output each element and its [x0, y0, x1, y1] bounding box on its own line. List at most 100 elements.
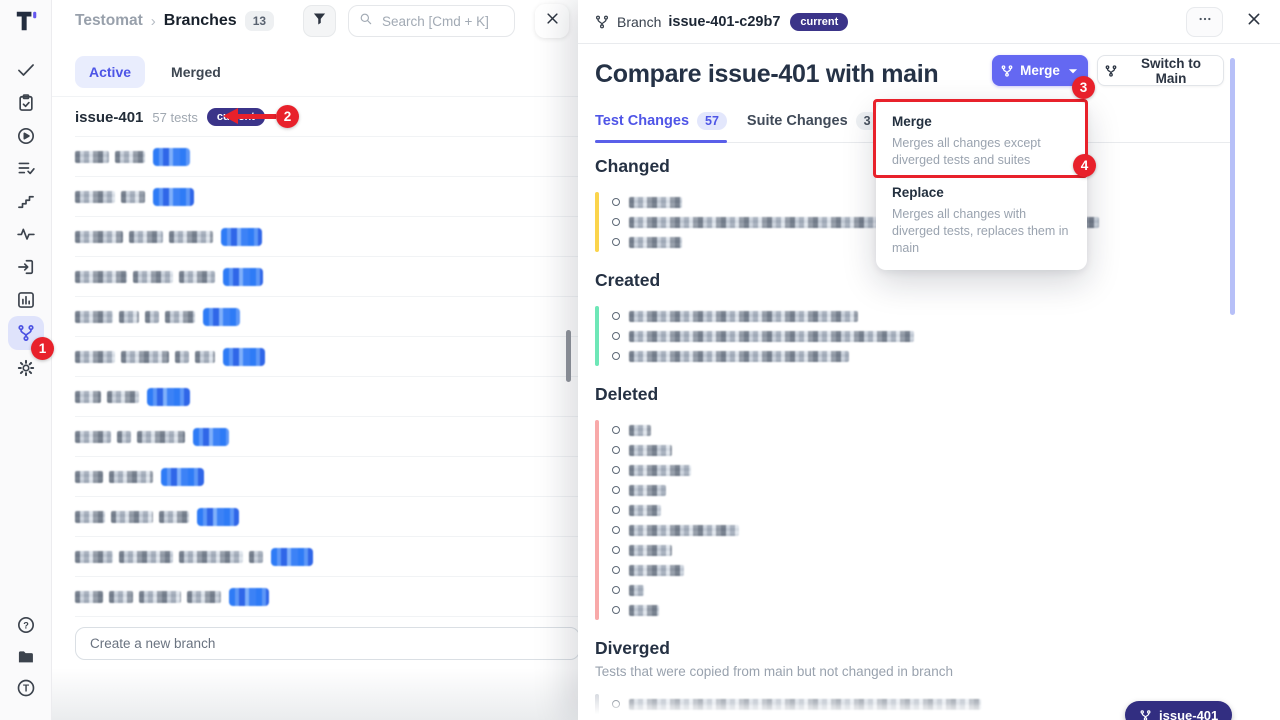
- redacted-text: [119, 311, 139, 323]
- branch-row-redacted[interactable]: [52, 457, 578, 497]
- test-item-redacted[interactable]: [612, 694, 1125, 714]
- test-item-redacted[interactable]: [612, 520, 1125, 540]
- play-circle-icon: [16, 126, 36, 146]
- redacted-text: [137, 431, 185, 443]
- redacted-text: [629, 237, 682, 248]
- redacted-text: [629, 311, 858, 322]
- test-item-redacted[interactable]: [612, 714, 1125, 720]
- item-circle-icon: [612, 312, 620, 320]
- panel-close-button[interactable]: [535, 4, 569, 38]
- sidebar-item-suites[interactable]: [10, 87, 42, 119]
- test-item-redacted[interactable]: [612, 306, 1125, 326]
- sidebar-item-tests[interactable]: [10, 54, 42, 86]
- test-item-redacted[interactable]: [612, 540, 1125, 560]
- branch-icon: [594, 14, 610, 30]
- redacted-text: [629, 605, 659, 616]
- gear-icon: [16, 358, 36, 378]
- branch-row-redacted[interactable]: [52, 297, 578, 337]
- sidebar-item-runs[interactable]: [10, 120, 42, 152]
- redacted-text: [119, 551, 173, 563]
- tab-test-changes[interactable]: Test Changes 57: [595, 110, 727, 132]
- branch-row-redacted[interactable]: [52, 217, 578, 257]
- section-color-bar: [595, 192, 599, 252]
- section-color-bar: [595, 420, 599, 620]
- redacted-text: [109, 591, 133, 603]
- breadcrumb-project[interactable]: Testomat: [75, 12, 143, 30]
- item-circle-icon: [612, 586, 620, 594]
- test-item-redacted[interactable]: [612, 440, 1125, 460]
- drawer-close-button[interactable]: [1244, 12, 1264, 32]
- redacted-text: [75, 351, 115, 363]
- tab-merged[interactable]: Merged: [157, 56, 235, 88]
- branch-row-redacted[interactable]: [52, 537, 578, 577]
- branch-row-redacted[interactable]: [52, 377, 578, 417]
- search-input[interactable]: [380, 13, 504, 30]
- bar-chart-icon: [16, 290, 36, 310]
- branch-row-redacted[interactable]: [52, 577, 578, 617]
- dropdown-option-replace[interactable]: Replace Merges all changes with diverged…: [892, 185, 1071, 257]
- redacted-text: [117, 431, 131, 443]
- test-item-redacted[interactable]: [612, 560, 1125, 580]
- test-item-redacted[interactable]: [612, 420, 1125, 440]
- testomat-logo-icon[interactable]: [0, 8, 52, 34]
- test-item-redacted[interactable]: [612, 500, 1125, 520]
- switch-button-label: Switch to Main: [1125, 56, 1217, 86]
- redacted-badge: [161, 468, 204, 486]
- more-options-button[interactable]: [1186, 7, 1223, 37]
- filter-button[interactable]: [303, 5, 336, 37]
- test-item-redacted[interactable]: [612, 346, 1125, 366]
- sidebar-item-help[interactable]: ?: [10, 609, 42, 641]
- test-item-redacted[interactable]: [612, 580, 1125, 600]
- section-item-list: [595, 692, 1125, 720]
- create-branch-input[interactable]: [88, 635, 567, 652]
- redacted-text: [133, 271, 173, 283]
- test-item-redacted[interactable]: [612, 480, 1125, 500]
- redacted-badge: [153, 188, 194, 206]
- svg-text:?: ?: [23, 620, 29, 630]
- redacted-text: [629, 445, 672, 456]
- redacted-text: [139, 591, 181, 603]
- drawer-scrollbar[interactable]: [1230, 58, 1235, 315]
- test-item-redacted[interactable]: [612, 326, 1125, 346]
- sidebar-item-import[interactable]: [10, 251, 42, 283]
- branch-row-redacted[interactable]: [52, 177, 578, 217]
- branch-row-redacted[interactable]: [52, 417, 578, 457]
- annotation-step-3: 3: [1072, 76, 1095, 99]
- branch-row-redacted[interactable]: [52, 337, 578, 377]
- current-branch-floating-badge[interactable]: issue-401: [1125, 701, 1232, 720]
- branch-row-redacted[interactable]: [52, 257, 578, 297]
- branch-row-redacted[interactable]: [52, 137, 578, 177]
- sidebar-item-projects[interactable]: [10, 641, 42, 673]
- item-circle-icon: [612, 466, 620, 474]
- redacted-text: [629, 331, 914, 342]
- switch-to-main-button[interactable]: Switch to Main: [1097, 55, 1224, 86]
- annotation-arrow: [238, 114, 276, 119]
- panel-scrollbar[interactable]: [566, 330, 571, 382]
- dropdown-option-merge[interactable]: Merge Merges all changes except diverged…: [892, 114, 1071, 169]
- redacted-text: [111, 511, 153, 523]
- redacted-text: [195, 351, 215, 363]
- item-circle-icon: [612, 546, 620, 554]
- item-circle-icon: [612, 238, 620, 246]
- close-icon: [545, 11, 560, 31]
- tab-label: Test Changes: [595, 113, 689, 129]
- redacted-badge: [221, 228, 262, 246]
- tab-suite-changes[interactable]: Suite Changes 3: [747, 110, 879, 132]
- redacted-text: [179, 551, 243, 563]
- section-deleted: Deleted: [595, 384, 1125, 622]
- test-item-redacted[interactable]: [612, 600, 1125, 620]
- sidebar-item-plans[interactable]: [10, 152, 42, 184]
- section-subtitle: Tests that were copied from main but not…: [595, 664, 1125, 679]
- redacted-badge: [271, 548, 313, 566]
- branch-row-current[interactable]: issue-401 57 tests current: [52, 97, 578, 137]
- redacted-text: [187, 591, 221, 603]
- tab-active[interactable]: Active: [75, 56, 145, 88]
- sidebar-item-analytics[interactable]: [10, 284, 42, 316]
- test-item-redacted[interactable]: [612, 460, 1125, 480]
- option-description: Merges all changes with diverged tests, …: [892, 206, 1071, 257]
- import-icon: [16, 257, 36, 277]
- sidebar-item-steps[interactable]: [10, 185, 42, 217]
- sidebar-item-pulse[interactable]: [10, 218, 42, 250]
- branch-row-redacted[interactable]: [52, 497, 578, 537]
- sidebar-item-account[interactable]: T: [10, 672, 42, 704]
